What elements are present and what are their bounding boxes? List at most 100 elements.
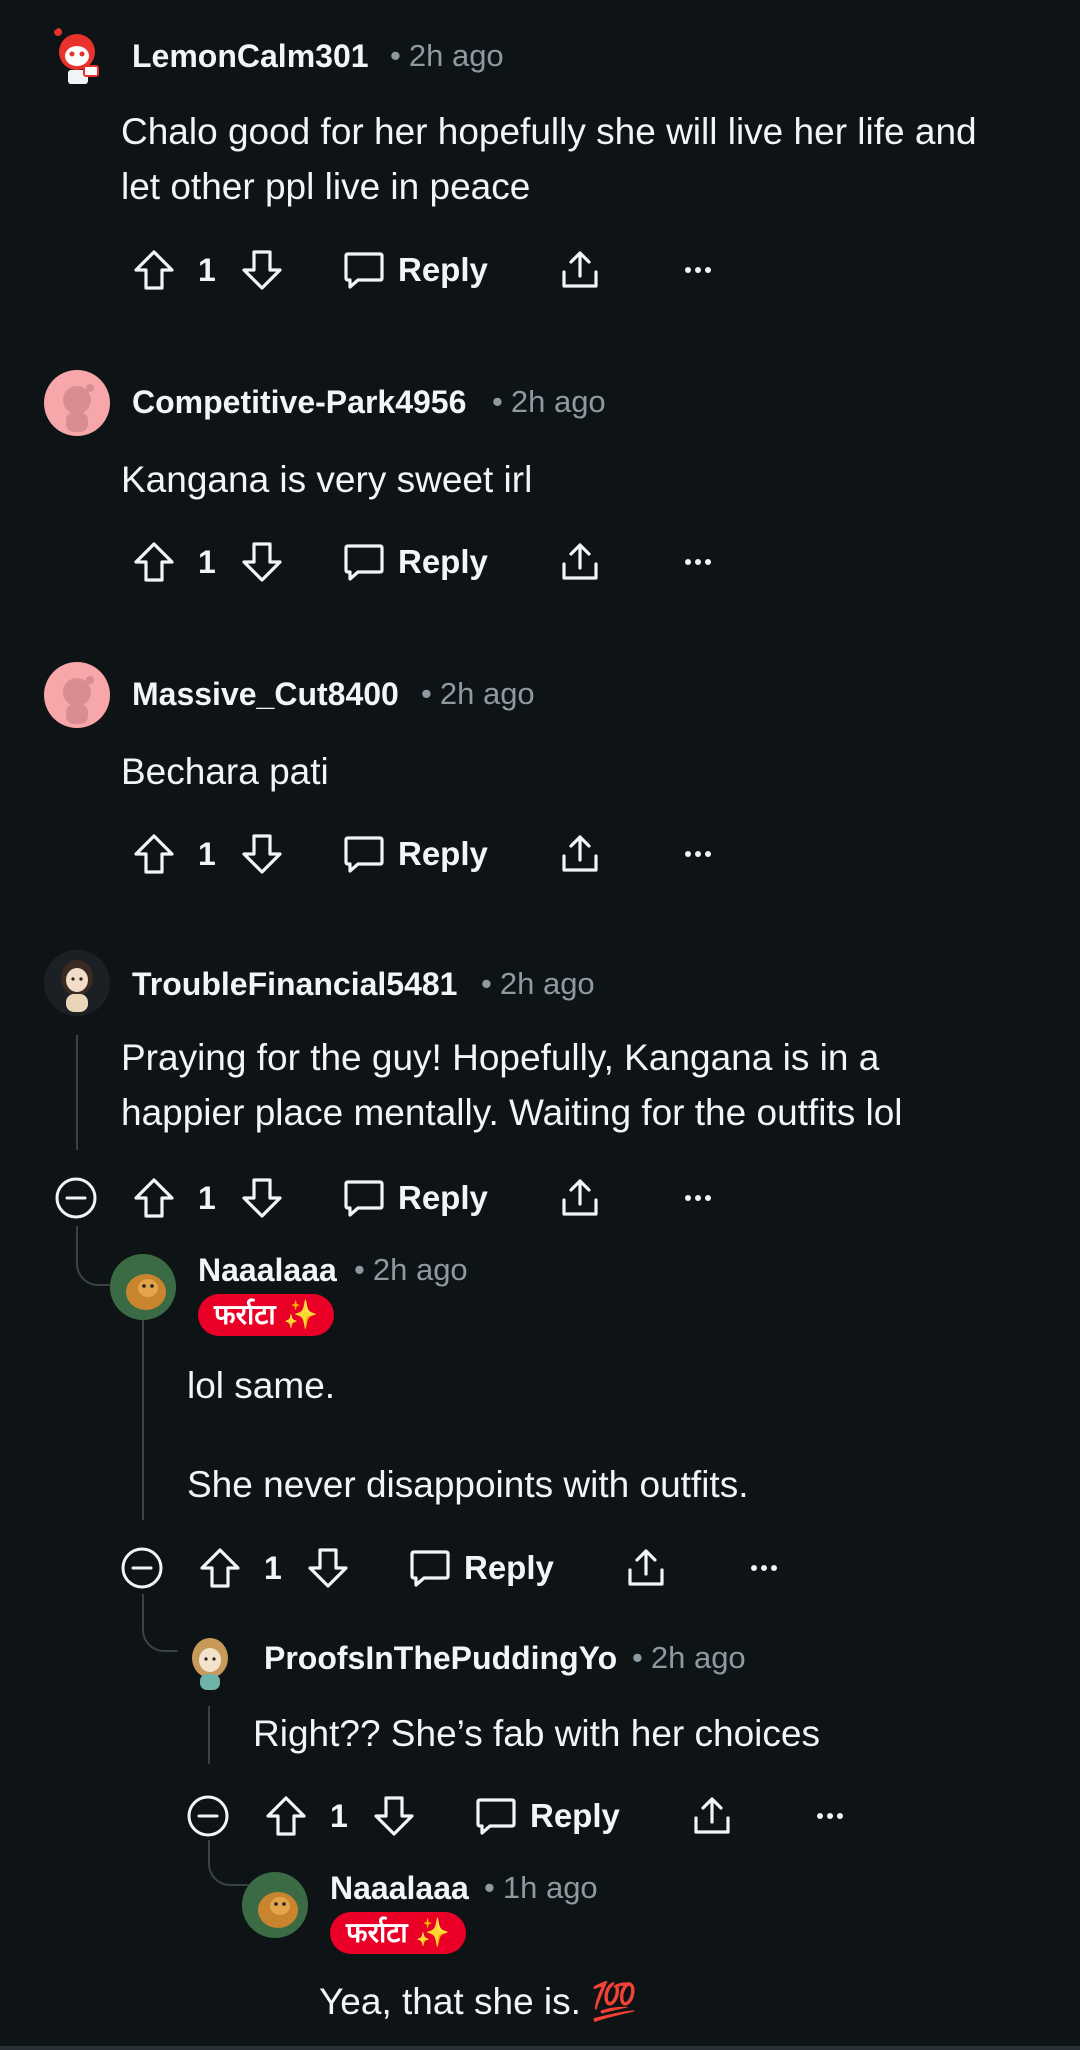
reply-button[interactable]: Reply (408, 1538, 554, 1598)
share-icon[interactable] (558, 248, 602, 292)
reply-label: Reply (398, 251, 488, 288)
character-avatar-icon (61, 960, 93, 1012)
comment-icon (342, 540, 386, 584)
user-flair: फर्राटा ✨ (330, 1912, 467, 1954)
username[interactable]: LemonCalm301 (132, 36, 369, 76)
comment-actions: 1 Reply (120, 1538, 820, 1598)
username[interactable]: TroubleFinancial5481 (132, 964, 457, 1004)
upvote-icon[interactable] (264, 1794, 308, 1838)
comment-text: Bechara pati (121, 751, 329, 792)
comment: Massive_Cut8400 • 2h ago Bechara pati 1 R… (0, 632, 1080, 892)
more-icon[interactable] (676, 1176, 720, 1220)
lion-avatar-icon (242, 1872, 308, 1938)
downvote-icon[interactable] (240, 832, 284, 876)
share-icon[interactable] (558, 1176, 602, 1220)
reply-button[interactable]: Reply (342, 1168, 488, 1228)
avatar[interactable] (110, 1254, 176, 1320)
collapse-icon[interactable] (186, 1794, 230, 1838)
username[interactable]: Naaalaaa (330, 1868, 469, 1908)
comment-icon (408, 1546, 452, 1590)
timestamp: • 2h ago (632, 1640, 746, 1675)
more-icon[interactable] (676, 540, 720, 584)
username[interactable]: Naaalaaa (198, 1250, 337, 1290)
comment-actions: 1 Reply (132, 824, 752, 884)
avatar[interactable] (44, 370, 110, 436)
avatar[interactable] (44, 22, 110, 88)
more-icon[interactable] (676, 248, 720, 292)
comment-text: Yea, that she is. 💯 (319, 1981, 638, 2022)
reply-label: Reply (464, 1549, 554, 1586)
timestamp: • 2h ago (421, 676, 535, 711)
comment-text: Chalo good for her hopefully she will li… (121, 111, 977, 152)
collapse-icon[interactable] (120, 1546, 164, 1590)
lion-avatar-icon (110, 1254, 176, 1320)
avatar[interactable] (176, 1628, 242, 1694)
vote-count: 1 (330, 1798, 348, 1834)
collapse-icon[interactable] (54, 1176, 98, 1220)
reply-button[interactable]: Reply (342, 240, 488, 300)
upvote-icon[interactable] (198, 1546, 242, 1590)
comment-text: let other ppl live in peace (121, 166, 531, 207)
share-icon[interactable] (624, 1546, 668, 1590)
reply-label: Reply (398, 543, 488, 580)
downvote-icon[interactable] (240, 540, 284, 584)
comment-text: Right?? She’s fab with her choices (253, 1713, 820, 1754)
vote-count: 1 (198, 1180, 216, 1216)
vote-count: 1 (264, 1550, 282, 1586)
timestamp: • 2h ago (492, 384, 606, 419)
comment-text: She never disappoints with outfits. (187, 1464, 749, 1505)
avatar[interactable] (242, 1872, 308, 1938)
comment-icon (342, 1176, 386, 1220)
comment: TroubleFinancial5481 • 2h ago Praying for… (0, 930, 1080, 1230)
comment: Naaalaaa • 1h ago फर्राटा ✨ Yea, that she… (0, 1860, 1080, 2040)
comment-text: lol same. (187, 1365, 336, 1406)
reply-label: Reply (530, 1797, 620, 1834)
share-icon[interactable] (558, 540, 602, 584)
downvote-icon[interactable] (372, 1794, 416, 1838)
comment-actions: 1 Reply (186, 1786, 886, 1846)
upvote-icon[interactable] (132, 1176, 176, 1220)
vote-count: 1 (198, 544, 216, 580)
more-icon[interactable] (676, 832, 720, 876)
more-icon[interactable] (742, 1546, 786, 1590)
reply-button[interactable]: Reply (474, 1786, 620, 1846)
avatar[interactable] (44, 662, 110, 728)
downvote-icon[interactable] (306, 1546, 350, 1590)
reply-label: Reply (398, 835, 488, 872)
share-icon[interactable] (558, 832, 602, 876)
vote-count: 1 (198, 836, 216, 872)
downvote-icon[interactable] (240, 248, 284, 292)
username[interactable]: ProofsInThePuddingYo (264, 1638, 617, 1678)
default-snoo-icon (63, 676, 94, 724)
comment: Competitive-Park4956 • 2h ago Kangana is … (0, 340, 1080, 600)
reply-button[interactable]: Reply (342, 532, 488, 592)
comment-actions: 1 Reply (132, 240, 752, 300)
share-icon[interactable] (690, 1794, 734, 1838)
upvote-icon[interactable] (132, 248, 176, 292)
comment-icon (474, 1794, 518, 1838)
username[interactable]: Massive_Cut8400 (132, 674, 399, 714)
comment: ProofsInThePuddingYo • 2h ago Right?? She… (0, 1620, 1080, 1850)
default-snoo-icon (63, 384, 94, 432)
comment-text: Kangana is very sweet irl (121, 459, 533, 500)
more-icon[interactable] (808, 1794, 852, 1838)
user-flair: फर्राटा ✨ (198, 1294, 335, 1336)
timestamp: • 2h ago (354, 1252, 468, 1287)
timestamp: • 2h ago (390, 38, 504, 73)
comment-actions: 1 Reply (54, 1168, 754, 1228)
comment: Naaalaaa • 2h ago फर्राटा ✨ lol same. She… (0, 1240, 1080, 1600)
character-avatar-icon (192, 1638, 228, 1690)
comment-text: Praying for the guy! Hopefully, Kangana … (121, 1037, 880, 1078)
comment: LemonCalm301 • 2h ago Chalo good for her … (0, 0, 1080, 310)
avatar[interactable] (44, 950, 110, 1016)
timestamp: • 2h ago (481, 966, 595, 1001)
comment-icon (342, 832, 386, 876)
reply-button[interactable]: Reply (342, 824, 488, 884)
vote-count: 1 (198, 252, 216, 288)
snoo-avatar-icon (54, 28, 99, 84)
downvote-icon[interactable] (240, 1176, 284, 1220)
username[interactable]: Competitive-Park4956 (132, 382, 466, 422)
upvote-icon[interactable] (132, 832, 176, 876)
upvote-icon[interactable] (132, 540, 176, 584)
comment-icon (342, 248, 386, 292)
